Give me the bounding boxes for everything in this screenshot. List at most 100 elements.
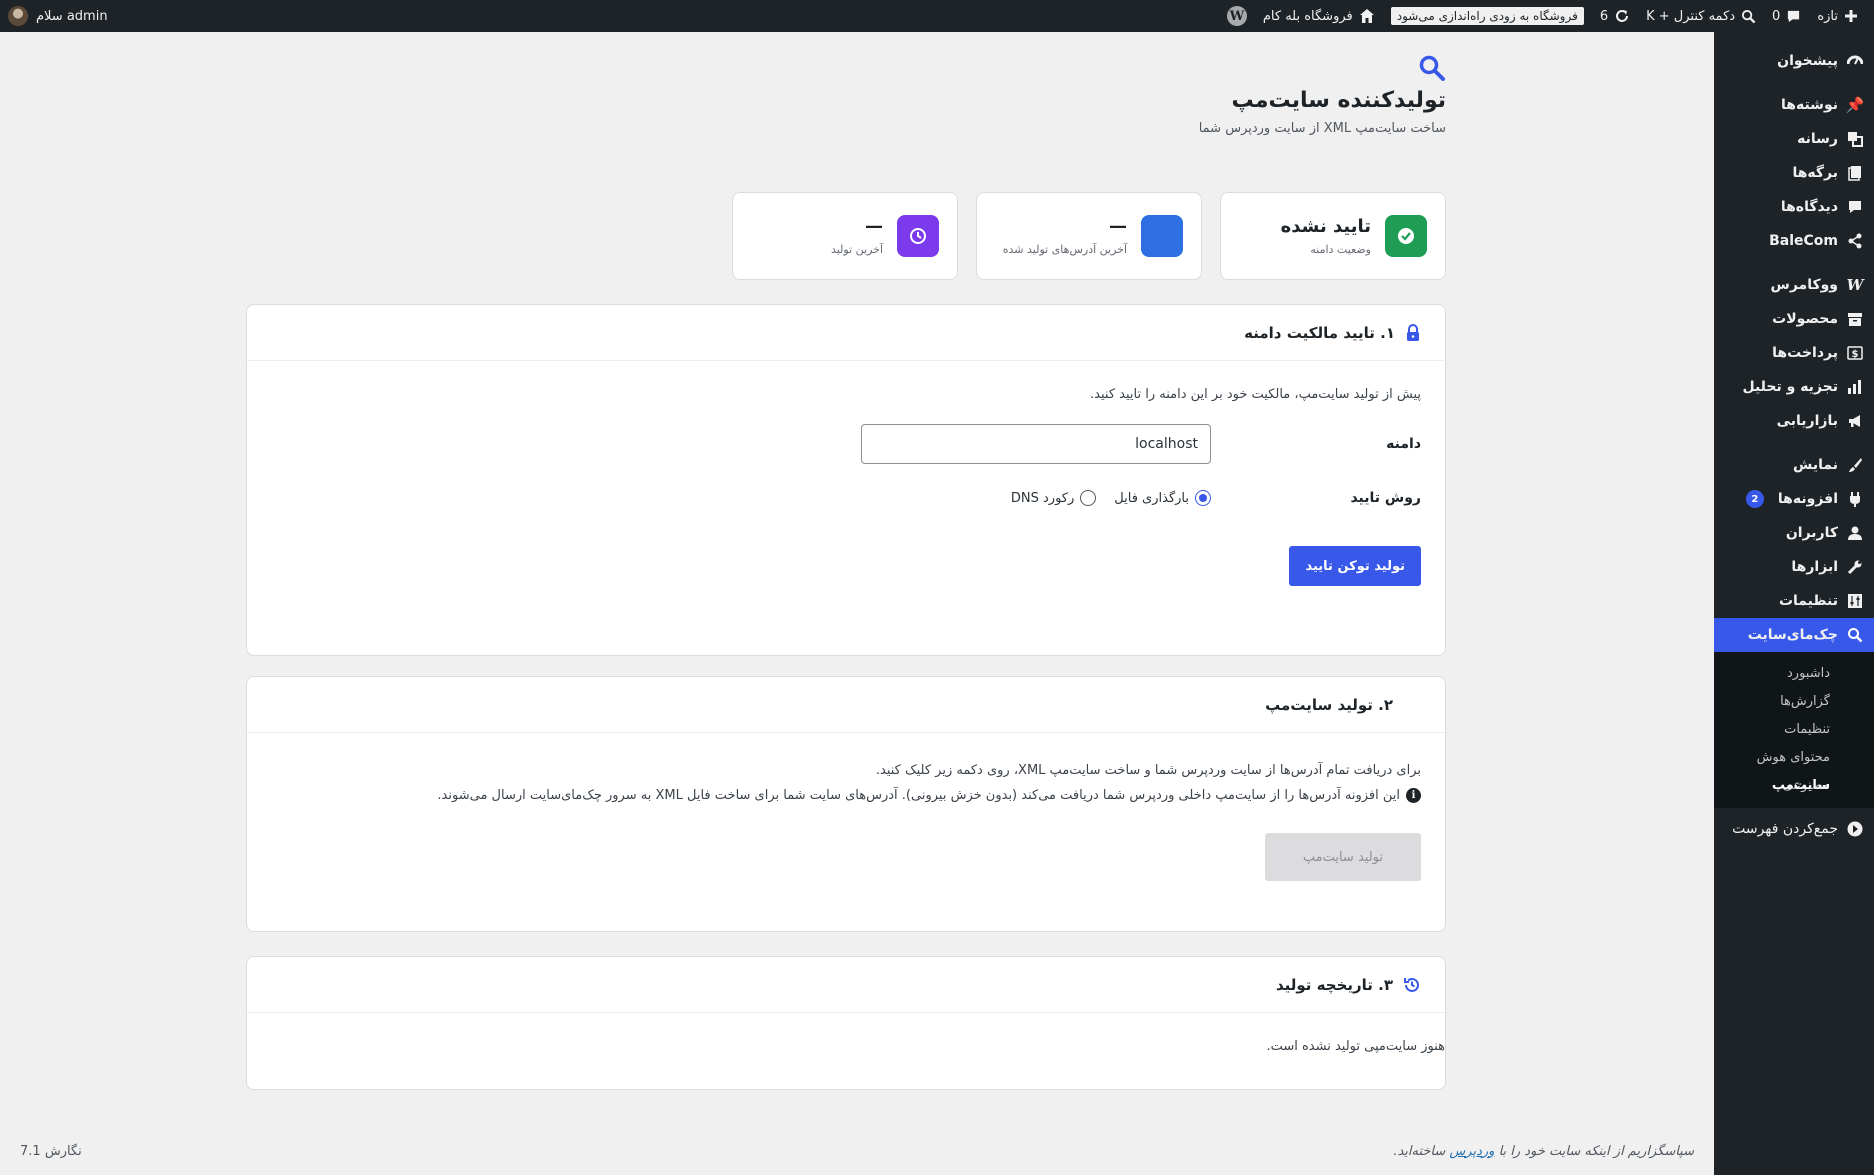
card-body: برای دریافت تمام آدرس‌ها از سایت وردپرس … bbox=[247, 733, 1445, 907]
updates-menu[interactable]: 6 bbox=[1592, 0, 1638, 32]
plugin-icon bbox=[1846, 490, 1864, 508]
updates-count: 6 bbox=[1599, 8, 1609, 24]
verify-description: پیش از تولید سایت‌مپ، مالکیت خود بر این … bbox=[1090, 387, 1421, 402]
stat-card-domain-status: تایید نشده وضعیت دامنه bbox=[1220, 192, 1446, 280]
sidebar-item-label: نمایش bbox=[1793, 457, 1838, 473]
collapse-arrow-icon bbox=[1846, 820, 1864, 838]
card-body: هنوز سایت‌مپی تولید نشده است. bbox=[247, 1013, 1445, 1080]
sidebar-item-sitecheck[interactable]: چک‌مای‌سایت bbox=[1706, 618, 1874, 652]
card-body: پیش از تولید سایت‌مپ، مالکیت خود بر این … bbox=[247, 361, 1445, 612]
new-content-menu[interactable]: تازه bbox=[1809, 0, 1866, 32]
archive-box-icon bbox=[1846, 310, 1864, 328]
sidebar-item-products[interactable]: محصولات bbox=[1714, 302, 1874, 336]
sidebar-item-pages[interactable]: برگه‌ها bbox=[1714, 156, 1874, 190]
sidebar-item-comments[interactable]: دیدگاه‌ها bbox=[1714, 190, 1874, 224]
command-search[interactable]: دکمه کنترل + K bbox=[1638, 0, 1764, 32]
stat-card-last-urls: — آخرین آدرس‌های تولید شده bbox=[976, 192, 1202, 280]
check-circle-icon bbox=[1385, 215, 1427, 257]
admin-bar-right: W فروشگاه بله کام فروشگاه به زودی راه‌ان… bbox=[1219, 0, 1866, 32]
sidebar-item-label: برگه‌ها bbox=[1792, 165, 1838, 181]
stats-row: تایید نشده وضعیت دامنه — آخرین آدرس‌های … bbox=[730, 192, 1446, 280]
coming-soon-badge: فروشگاه به زودی راه‌اندازی می‌شود bbox=[1390, 7, 1584, 25]
svg-text:$: $ bbox=[1852, 349, 1859, 360]
method-dns-label: رکورد DNS bbox=[1010, 490, 1075, 506]
domain-field-row: دامنه bbox=[271, 424, 1421, 464]
radio-button[interactable] bbox=[1080, 490, 1097, 506]
sidebar-item-marketing[interactable]: بازاریابی bbox=[1714, 404, 1874, 438]
avatar bbox=[8, 6, 28, 26]
last-urls-value: — bbox=[1109, 216, 1127, 237]
generate-info: i این افزونه آدرس‌ها را از سایت‌مپ داخلی… bbox=[271, 788, 1421, 803]
submenu-item-ai-content[interactable]: محتوای هوش مصنوعی bbox=[1714, 744, 1874, 793]
domain-status-value: تایید نشده bbox=[1280, 216, 1371, 237]
stat-card-last-generation: — آخرین تولید bbox=[732, 192, 958, 280]
sidebar-item-woocommerce[interactable]: W ووکامرس bbox=[1714, 268, 1874, 302]
refresh-icon bbox=[1616, 10, 1629, 22]
wordpress-link[interactable]: وردپرس bbox=[1449, 1144, 1494, 1159]
sidebar-item-settings[interactable]: تنظیمات bbox=[1714, 584, 1874, 618]
generate-info-text: این افزونه آدرس‌ها را از سایت‌مپ داخلی و… bbox=[437, 788, 1400, 803]
domain-input[interactable] bbox=[861, 424, 1211, 464]
bar-chart-icon bbox=[1846, 378, 1864, 396]
media-icon bbox=[1846, 130, 1864, 148]
sidebar-item-plugins[interactable]: افزونه‌ها 2 bbox=[1714, 482, 1874, 516]
footer-thanks-suffix: ساخته‌اید. bbox=[1393, 1143, 1446, 1159]
payment-icon: $ bbox=[1846, 344, 1864, 362]
last-urls-label: آخرین آدرس‌های تولید شده bbox=[1002, 243, 1127, 256]
wordpress-logo-icon: W bbox=[1226, 6, 1247, 26]
sidebar-item-label: دیدگاه‌ها bbox=[1780, 199, 1838, 215]
sidebar-item-dashboard[interactable]: پیشخوان bbox=[1714, 44, 1874, 78]
card-title: ۱. تایید مالکیت دامنه bbox=[1244, 323, 1395, 342]
pin-icon: 📌 bbox=[1845, 96, 1865, 114]
radio-button-selected[interactable] bbox=[1195, 490, 1211, 506]
comment-icon bbox=[1846, 198, 1864, 216]
sidebar-item-label: BaleCom bbox=[1769, 233, 1838, 249]
footer-thanks-prefix: سپاسگزاریم از اینکه سایت خود را با bbox=[1498, 1143, 1694, 1159]
generate-sitemap-button[interactable]: تولید سایت‌مپ bbox=[1264, 833, 1421, 881]
command-search-label: دکمه کنترل + K bbox=[1646, 8, 1736, 24]
method-label: روش تایید bbox=[1350, 490, 1421, 506]
dashboard-gauge-icon bbox=[1846, 52, 1864, 70]
sidebar-item-users[interactable]: کاربران bbox=[1714, 516, 1874, 550]
search-icon bbox=[1419, 55, 1445, 81]
info-icon: i bbox=[1406, 788, 1421, 803]
last-generation-value: — bbox=[865, 216, 883, 237]
comments-menu[interactable]: 0 bbox=[1764, 0, 1809, 32]
my-account-menu[interactable]: سلام admin bbox=[8, 0, 108, 32]
sidebar-item-analytics[interactable]: تجزیه و تحلیل bbox=[1714, 370, 1874, 404]
wrench-icon bbox=[1846, 558, 1864, 576]
card-title: ۳. تاریخچه تولید bbox=[1275, 975, 1393, 994]
paintbrush-icon bbox=[1846, 456, 1864, 474]
sidebar-item-label: چک‌مای‌سایت bbox=[1747, 627, 1838, 643]
generate-sitemap-card: ۲. تولید سایت‌مپ برای دریافت تمام آدرس‌ه… bbox=[246, 676, 1446, 932]
search-icon bbox=[1846, 626, 1864, 644]
sidebar-item-balecom[interactable]: BaleCom bbox=[1714, 224, 1874, 258]
collapse-menu-label: جمع‌کردن فهرست bbox=[1732, 821, 1838, 837]
submenu-item-dashboard[interactable]: داشبورد bbox=[1714, 660, 1874, 688]
method-file-option[interactable]: بارگذاری فایل bbox=[1114, 490, 1211, 506]
submenu-item-sitemap[interactable]: سایت‌مپ bbox=[1714, 772, 1874, 800]
home-icon bbox=[1359, 9, 1374, 23]
submenu-item-settings[interactable]: تنظیمات bbox=[1714, 716, 1874, 744]
sidebar-item-tools[interactable]: ابزارها bbox=[1714, 550, 1874, 584]
page-title: تولیدکننده سایت‌مپ bbox=[1231, 88, 1446, 113]
search-icon bbox=[1741, 9, 1756, 23]
links-icon bbox=[1141, 215, 1183, 257]
history-icon bbox=[1404, 977, 1419, 992]
submenu-item-reports[interactable]: گزارش‌ها bbox=[1714, 688, 1874, 716]
wp-logo-menu[interactable]: W bbox=[1219, 0, 1255, 32]
sidebar-item-payments[interactable]: $ پرداخت‌ها bbox=[1714, 336, 1874, 370]
coming-soon-notice[interactable]: فروشگاه به زودی راه‌اندازی می‌شود bbox=[1383, 0, 1592, 32]
generate-token-button[interactable]: تولید توکن تایید bbox=[1289, 546, 1421, 586]
collapse-menu-button[interactable]: جمع‌کردن فهرست bbox=[1714, 812, 1874, 846]
method-dns-option[interactable]: رکورد DNS bbox=[1010, 490, 1097, 506]
sidebar-item-label: محصولات bbox=[1772, 311, 1838, 327]
sitecheck-submenu: داشبورد گزارش‌ها تنظیمات محتوای هوش مصنو… bbox=[1714, 652, 1874, 808]
sidebar-item-appearance[interactable]: نمایش bbox=[1714, 448, 1874, 482]
sidebar-item-label: رسانه bbox=[1797, 131, 1838, 147]
sidebar-item-posts[interactable]: 📌 نوشته‌ها bbox=[1714, 88, 1874, 122]
site-name: فروشگاه بله کام bbox=[1262, 8, 1353, 24]
site-name-menu[interactable]: فروشگاه بله کام bbox=[1255, 0, 1383, 32]
sidebar-item-media[interactable]: رسانه bbox=[1714, 122, 1874, 156]
user-icon bbox=[1846, 524, 1864, 542]
